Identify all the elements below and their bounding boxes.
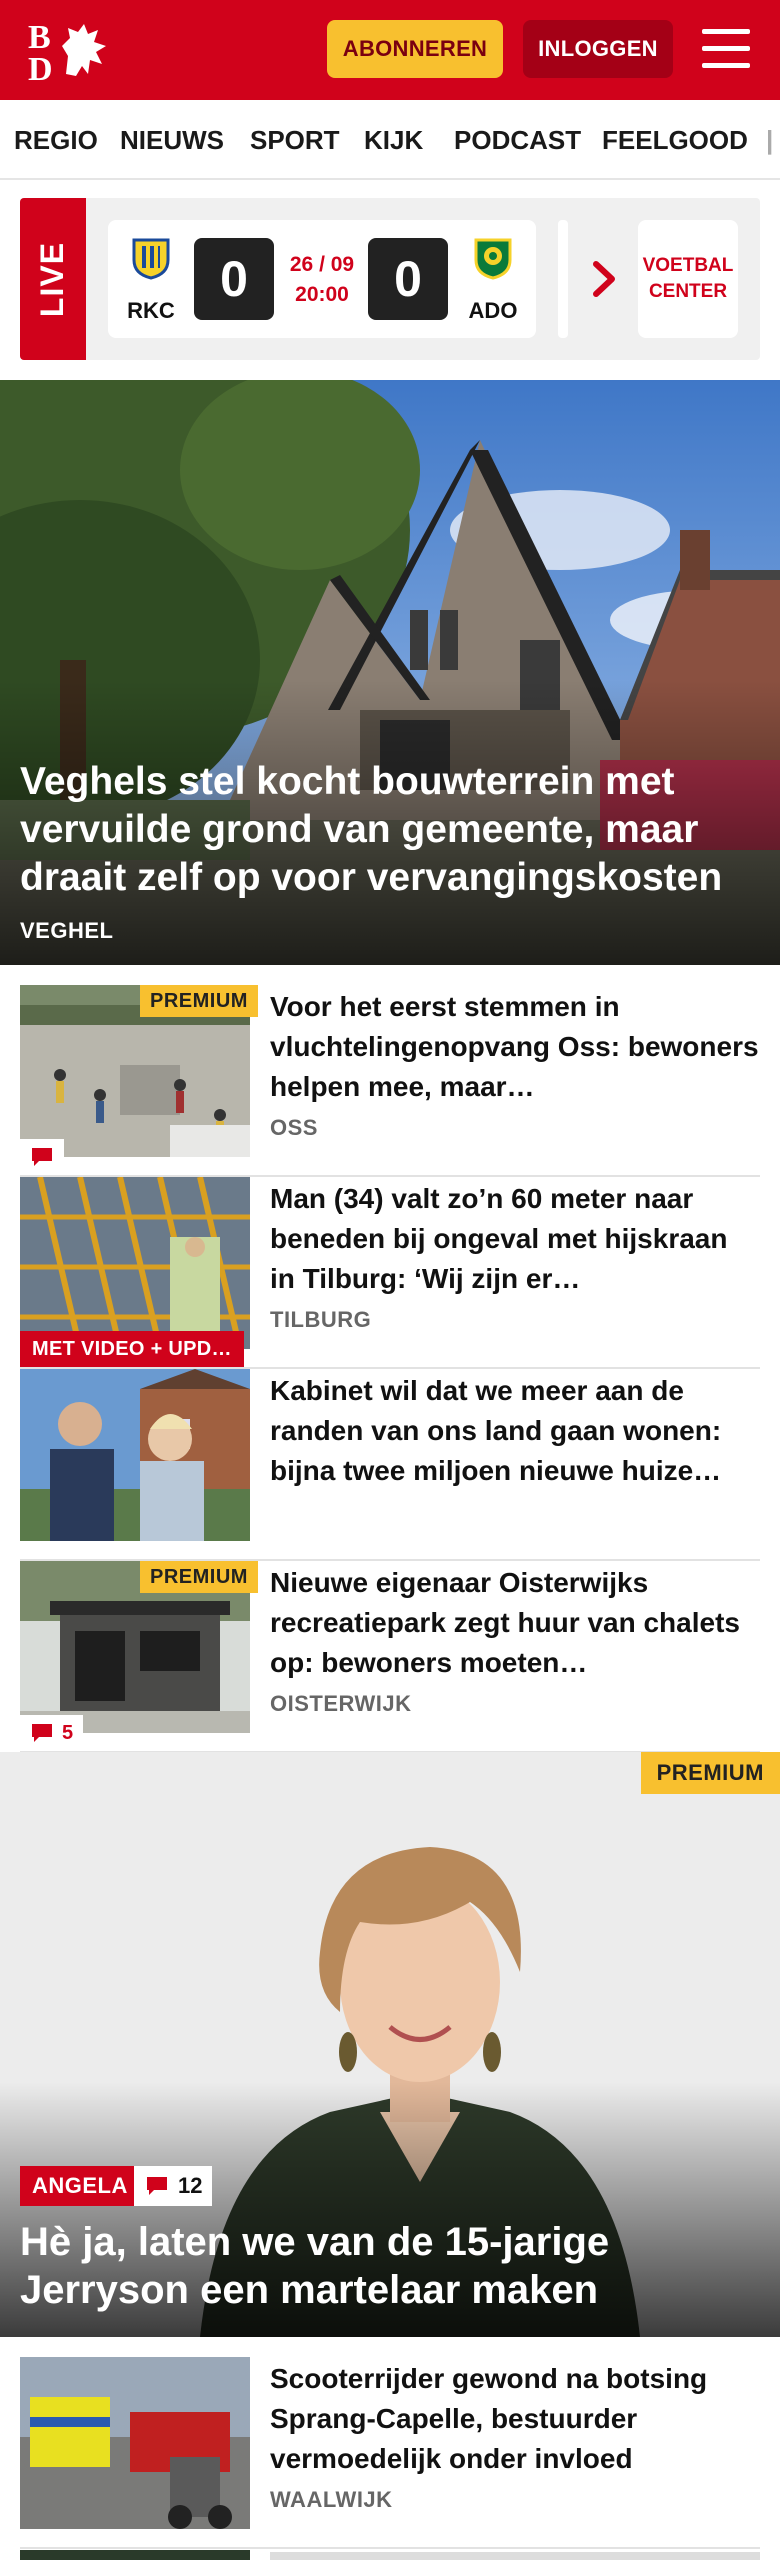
premium-badge: PREMIUM bbox=[140, 1561, 258, 1593]
nav-item-feelgood[interactable]: FEELGOOD bbox=[602, 100, 748, 178]
bd-logo[interactable]: B D bbox=[26, 16, 118, 88]
article-thumbnail bbox=[20, 1177, 250, 1349]
nav-item-overflow[interactable]: | bbox=[766, 100, 773, 178]
columnist-label[interactable]: ANGELA bbox=[20, 2166, 140, 2206]
next-article-thumbnail[interactable] bbox=[20, 2550, 250, 2560]
article-location-tag: TILBURG bbox=[270, 1307, 372, 1332]
ado-logo-icon bbox=[474, 238, 512, 280]
svg-text:D: D bbox=[28, 51, 53, 84]
comment-icon bbox=[32, 1148, 52, 1166]
live-label: LIVE bbox=[20, 198, 86, 360]
hero-location-tag: VEGHEL bbox=[20, 918, 114, 943]
article-title[interactable]: Scooterrijder gewond na botsing Sprang-C… bbox=[270, 2359, 760, 2479]
article-item[interactable]: Scooterrijder gewond na botsing Sprang-C… bbox=[20, 2357, 760, 2549]
live-scores-widget: LIVE RKC 0 26 / 09 20:00 0 ADO VOETBAL C… bbox=[20, 198, 760, 360]
comment-badge[interactable]: 12 bbox=[134, 2166, 213, 2206]
article-title[interactable]: Nieuwe eigenaar Oisterwijks recreatiepar… bbox=[270, 1563, 760, 1683]
next-article-title[interactable] bbox=[270, 2552, 760, 2560]
article-location-tag: WAALWIJK bbox=[270, 2487, 393, 2512]
nav-item-podcast[interactable]: PODCAST bbox=[454, 100, 581, 178]
next-match-card[interactable] bbox=[558, 220, 568, 338]
article-title[interactable]: Kabinet wil dat we meer aan de randen va… bbox=[270, 1371, 760, 1491]
home-score: 0 bbox=[194, 238, 274, 320]
article-thumbnail bbox=[20, 2357, 250, 2529]
away-team-name: ADO bbox=[468, 298, 518, 323]
article-location-tag: OSS bbox=[270, 1115, 318, 1140]
chevron-right-icon[interactable] bbox=[590, 258, 618, 300]
comment-icon bbox=[32, 1724, 52, 1742]
comment-badge[interactable]: 5 bbox=[20, 1715, 84, 1751]
premium-badge: PREMIUM bbox=[640, 1752, 780, 1794]
comment-badge[interactable] bbox=[20, 1139, 64, 1175]
login-button[interactable]: INLOGGEN bbox=[523, 20, 673, 78]
section-nav: REGIO NIEUWS SPORT KIJK PODCAST FEELGOOD… bbox=[0, 100, 780, 180]
article-item[interactable]: MET VIDEO + UPD… Man (34) valt zo’n 60 m… bbox=[20, 1177, 760, 1369]
hero-title[interactable]: Veghels stel kocht bouwterrein met vervu… bbox=[20, 758, 760, 902]
nav-item-sport[interactable]: SPORT bbox=[250, 100, 340, 178]
article-item[interactable]: PREMIUM Voor het eerst stemmen in vlucht… bbox=[20, 985, 760, 1177]
nav-item-kijk[interactable]: KIJK bbox=[364, 100, 423, 178]
article-title[interactable]: Voor het eerst stemmen in vluchtelingeno… bbox=[270, 987, 760, 1107]
article-item[interactable]: PREMIUM 5 Nieuwe eigenaar Oisterwijks re… bbox=[20, 1561, 760, 1753]
comment-count: 12 bbox=[178, 2173, 203, 2198]
subscribe-button[interactable]: ABONNEREN bbox=[327, 20, 503, 78]
home-team-name: RKC bbox=[127, 298, 175, 323]
hero-article[interactable]: Veghels stel kocht bouwterrein met vervu… bbox=[0, 380, 780, 965]
match-card[interactable]: RKC 0 26 / 09 20:00 0 ADO bbox=[108, 220, 536, 338]
video-update-badge: MET VIDEO + UPD… bbox=[20, 1331, 244, 1367]
comment-icon bbox=[147, 2177, 167, 2195]
featured-column[interactable]: PREMIUM ANGELA 12 Hè ja, laten we van de… bbox=[0, 1752, 780, 2337]
article-item[interactable]: Kabinet wil dat we meer aan de randen va… bbox=[20, 1369, 760, 1561]
article-title[interactable]: Man (34) valt zo’n 60 meter naar beneden… bbox=[270, 1179, 760, 1299]
comment-count: 5 bbox=[62, 1721, 74, 1744]
site-header: B D ABONNEREN INLOGGEN bbox=[0, 0, 780, 100]
rkc-logo-icon bbox=[132, 238, 170, 280]
nav-item-regio[interactable]: REGIO bbox=[14, 100, 98, 178]
feature-title[interactable]: Hè ja, laten we van de 15-jarige Jerryso… bbox=[20, 2218, 760, 2314]
nav-item-nieuws[interactable]: NIEUWS bbox=[120, 100, 224, 178]
hamburger-menu-icon[interactable] bbox=[702, 27, 750, 71]
article-thumbnail bbox=[20, 1369, 250, 1541]
article-location-tag: OISTERWIJK bbox=[270, 1691, 412, 1716]
voetbal-center-button[interactable]: VOETBAL CENTER bbox=[638, 220, 738, 338]
premium-badge: PREMIUM bbox=[140, 985, 258, 1017]
match-datetime: 26 / 09 20:00 bbox=[289, 253, 355, 306]
away-score: 0 bbox=[368, 238, 448, 320]
